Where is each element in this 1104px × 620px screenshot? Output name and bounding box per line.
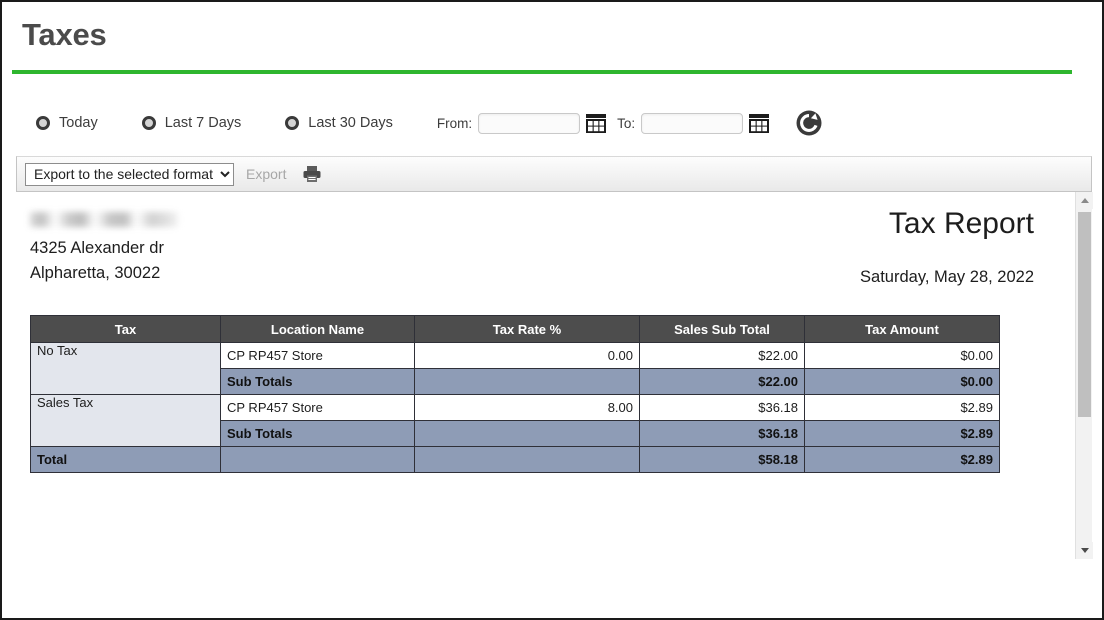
column-header-tax-amount: Tax Amount [804,315,1000,343]
total-rate-blank [414,446,640,473]
refresh-icon[interactable] [796,110,822,136]
address-line-2: Alpharetta, 30022 [30,264,161,282]
tax-rate: 8.00 [414,394,640,421]
radio-today-label: Today [59,115,98,131]
tax-rate: 0.00 [414,342,640,369]
total-location-blank [220,446,415,473]
radio-circle-icon[interactable] [36,116,50,130]
sales-sub-total: $36.18 [639,394,805,421]
column-header-location-name: Location Name [220,315,415,343]
export-format-select[interactable]: Export to the selected format [25,162,234,186]
radio-circle-icon[interactable] [285,116,300,130]
report-header: 4325 Alexander dr Alpharetta, 30022 Tax … [30,206,1060,287]
to-date-input[interactable] [641,112,744,134]
total-tax-amount: $2.89 [804,446,1000,473]
export-button[interactable]: Export [246,166,286,182]
subtotal-rate-blank [414,420,640,447]
scroll-down-button[interactable] [1076,542,1093,559]
report-date: Saturday, May 28, 2022 [860,268,1034,286]
tax-amount: $0.00 [804,342,1000,369]
radio-circle-icon[interactable] [141,116,156,130]
table-row: No Tax CP RP457 Store 0.00 $22.00 $0.00 [30,342,1000,395]
column-header-tax: Tax [30,315,221,343]
table-header-row: Tax Location Name Tax Rate % Sales Sub T… [30,315,1000,343]
subtotal-tax-amount: $0.00 [804,368,1000,395]
scroll-up-button[interactable] [1076,192,1093,209]
total-sales-sub-total: $58.18 [639,446,805,473]
tax-amount: $2.89 [804,394,1000,421]
date-range-radio-group: Today Last 7 Days Last 30 Days [36,115,437,131]
report-scrollbar[interactable] [1075,192,1093,559]
table-total-row: Total $58.18 $2.89 [30,446,1000,473]
company-address-block: 4325 Alexander dr Alpharetta, 30022 [30,206,178,286]
from-date-field: From: [436,112,607,134]
location-name: CP RP457 Store [220,394,415,421]
to-date-field: To: [607,112,770,134]
calendar-icon[interactable] [748,113,770,134]
taxes-page: Taxes Today Last 7 Days Last 30 Days Fro… [0,0,1104,620]
subtotal-sales-sub-total: $22.00 [639,368,805,395]
location-name: CP RP457 Store [220,342,415,369]
to-label: To: [617,115,636,131]
total-label: Total [30,446,221,473]
radio-last-30-days[interactable]: Last 30 Days [285,115,393,131]
report-content: 4325 Alexander dr Alpharetta, 30022 Tax … [16,192,1060,559]
group-label-no-tax: No Tax [30,342,221,395]
subtotal-tax-amount: $2.89 [804,420,1000,447]
header-accent-rule [12,70,1072,74]
report-viewport: 4325 Alexander dr Alpharetta, 30022 Tax … [16,192,1093,559]
column-header-tax-rate: Tax Rate % [414,315,640,343]
printer-icon[interactable] [302,165,322,183]
filter-bar: Today Last 7 Days Last 30 Days From: To: [2,96,1102,150]
subtotal-sales-sub-total: $36.18 [639,420,805,447]
export-toolbar: Export to the selected format Export [16,156,1092,192]
subtotal-rate-blank [414,368,640,395]
from-label: From: [436,115,473,131]
calendar-icon[interactable] [585,113,607,134]
radio-last-30-days-label: Last 30 Days [308,115,393,131]
column-header-sales-sub-total: Sales Sub Total [639,315,805,343]
page-title: Taxes [22,17,107,52]
from-date-input[interactable] [478,112,581,134]
sales-sub-total: $22.00 [639,342,805,369]
subtotal-label: Sub Totals [220,368,415,395]
table-row: Sales Tax CP RP457 Store 8.00 $36.18 $2.… [30,394,1000,447]
chevron-down-icon [1080,548,1089,553]
group-label-sales-tax: Sales Tax [30,394,221,447]
company-name-redacted [30,212,178,227]
report-title-block: Tax Report Saturday, May 28, 2022 [860,206,1060,287]
scrollbar-thumb[interactable] [1078,212,1091,417]
radio-last-7-days-label: Last 7 Days [164,115,242,131]
report-title: Tax Report [888,207,1034,240]
chevron-up-icon [1080,198,1089,203]
page-header: Taxes [2,2,1102,54]
radio-last-7-days[interactable]: Last 7 Days [141,115,242,131]
tax-report-table: Tax Location Name Tax Rate % Sales Sub T… [30,315,1000,473]
radio-today[interactable]: Today [36,115,98,131]
subtotal-label: Sub Totals [220,420,415,447]
address-line-1: 4325 Alexander dr [30,239,164,257]
